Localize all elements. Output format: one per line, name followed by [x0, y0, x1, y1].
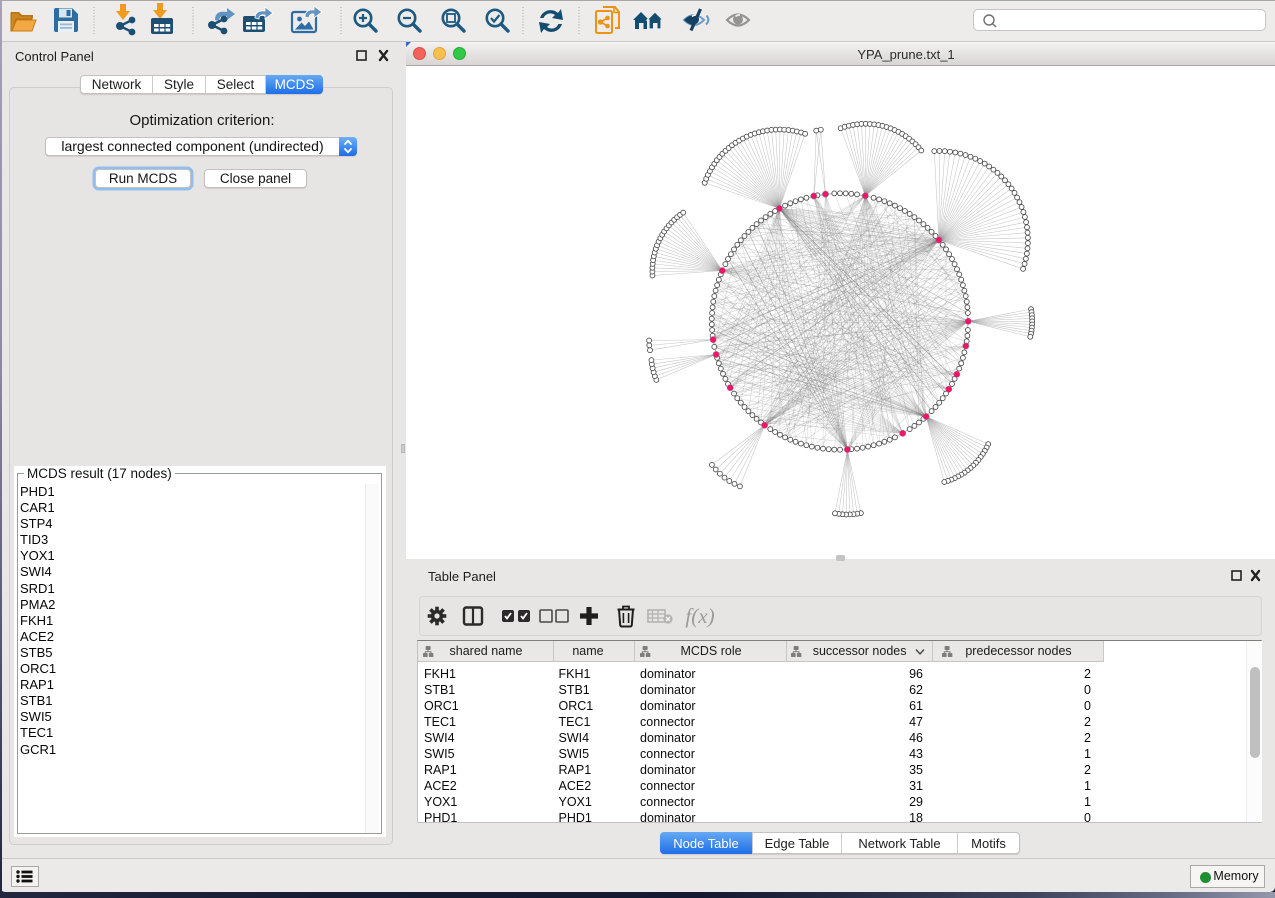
svg-text:f(x): f(x) — [685, 604, 714, 628]
